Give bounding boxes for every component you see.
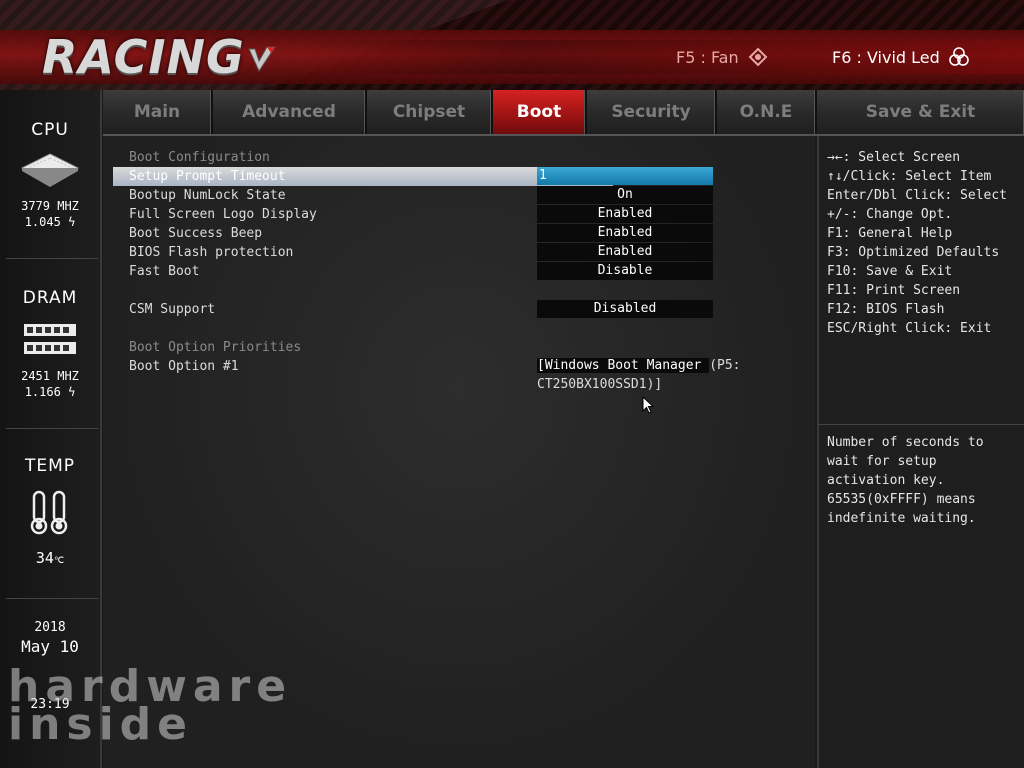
help-key-line: F10: Save & Exit [827,264,953,279]
description-line: activation key. [827,473,945,488]
date-year: 2018 [34,620,66,635]
cpu-frequency: 3779 MHZ [21,199,79,213]
f6-vivid-led-button[interactable]: F6 : Vivid Led [832,46,970,68]
menu-tab-bar: Main Advanced Chipset Boot Security O.N.… [103,90,1024,136]
description-line: indefinite waiting. [827,511,976,526]
help-key-line: ↑↓/Click: Select Item [827,169,992,184]
cpu-title: CPU [31,120,69,140]
help-panel: →←: Select Screen ↑↓/Click: Select Item … [817,136,1024,768]
watermark-line-2: inside [8,699,194,750]
tab-security[interactable]: Security [587,90,717,134]
temp-title: TEMP [24,456,76,476]
boot-option-1-port: (P5: [709,358,741,373]
f5-fan-label: F5 : Fan [676,47,739,67]
voltage-bolt-icon: ϟ [68,215,76,229]
setup-prompt-timeout-input[interactable]: 1 [537,167,713,185]
logo-v-mark-icon [247,32,277,73]
date-month-day: May 10 [21,637,79,656]
help-divider [819,424,1024,425]
help-key-line: ESC/Right Click: Exit [827,321,992,336]
bios-flash-protection-value[interactable]: Enabled [537,243,713,261]
help-key-line: Enter/Dbl Click: Select [827,188,1008,203]
tab-main[interactable]: Main [103,90,213,134]
description-line: Number of seconds to [827,435,984,450]
fast-boot-value[interactable]: Disable [537,262,713,280]
led-icon [948,47,969,66]
help-key-line: F12: BIOS Flash [827,302,945,317]
item-description: Number of seconds to wait for setup acti… [819,433,984,528]
f5-fan-button[interactable]: F5 : Fan [676,46,769,68]
help-key-line: F1: General Help [827,226,953,241]
boot-option-1-name: [Windows Boot Manager [537,358,710,373]
cpu-panel: CPU 3779 MHZ 1.045 ϟ [0,120,100,230]
tab-chipset[interactable]: Chipset [367,90,493,134]
boot-option-1-value[interactable]: [Windows Boot Manager (P5: CT250BX100SSD… [537,356,767,394]
memory-module-icon [24,324,76,354]
cpu-voltage-row: 1.045 ϟ [0,214,100,230]
racing-logo: RACING [42,30,277,84]
hardware-inside-watermark: hardware inside [8,665,368,758]
celsius-icon: ℃ [53,556,65,566]
tab-save-exit[interactable]: Save & Exit [817,90,1024,134]
tab-boot[interactable]: Boot [493,90,587,134]
dram-frequency: 2451 MHZ [21,369,79,383]
sidebar-divider [6,598,98,599]
section-boot-configuration: Boot Configuration [129,150,270,165]
full-screen-logo-display-value[interactable]: Enabled [537,205,713,223]
sidebar-divider [6,258,98,259]
boot-success-beep-value[interactable]: Enabled [537,224,713,242]
header-banner: RACING F5 : Fan F6 : Vivid Led [0,0,1024,90]
tab-one[interactable]: O.N.E [717,90,817,134]
boot-option-1-device: CT250BX100SSD1)] [537,377,663,392]
description-line: 65535(0xFFFF) means [827,492,976,507]
csm-support-value[interactable]: Disabled [537,300,713,318]
thermometer-icon [30,490,68,535]
tab-advanced[interactable]: Advanced [213,90,367,134]
mouse-cursor-icon [642,396,654,414]
section-boot-option-priorities: Boot Option Priorities [129,340,302,355]
help-key-line: →←: Select Screen [827,150,961,165]
help-key-line: +/-: Change Opt. [827,207,953,222]
cpu-voltage: 1.045 [24,215,61,229]
temp-panel: TEMP 34℃ [0,456,100,569]
help-key-line: F3: Optimized Defaults [827,245,1000,260]
help-key-line: F11: Print Screen [827,283,961,298]
key-help-list: →←: Select Screen ↑↓/Click: Select Item … [819,148,1007,338]
logo-text: RACING [42,30,245,84]
description-line: wait for setup [827,454,937,469]
temp-value-row: 34℃ [0,550,100,569]
sidebar-divider [6,428,98,429]
bootup-numlock-state-value[interactable]: On [537,186,713,204]
dram-panel: DRAM 2451 MHZ 1.166 ϟ [0,288,100,400]
temp-value: 34 [35,549,54,567]
dram-title: DRAM [22,288,78,308]
f6-vivid-led-label: F6 : Vivid Led [832,47,940,67]
dram-voltage: 1.166 [24,385,61,399]
cpu-chip-icon [20,153,80,187]
fan-icon [748,47,768,67]
dram-voltage-row: 1.166 ϟ [0,384,100,400]
voltage-bolt-icon: ϟ [68,385,76,399]
